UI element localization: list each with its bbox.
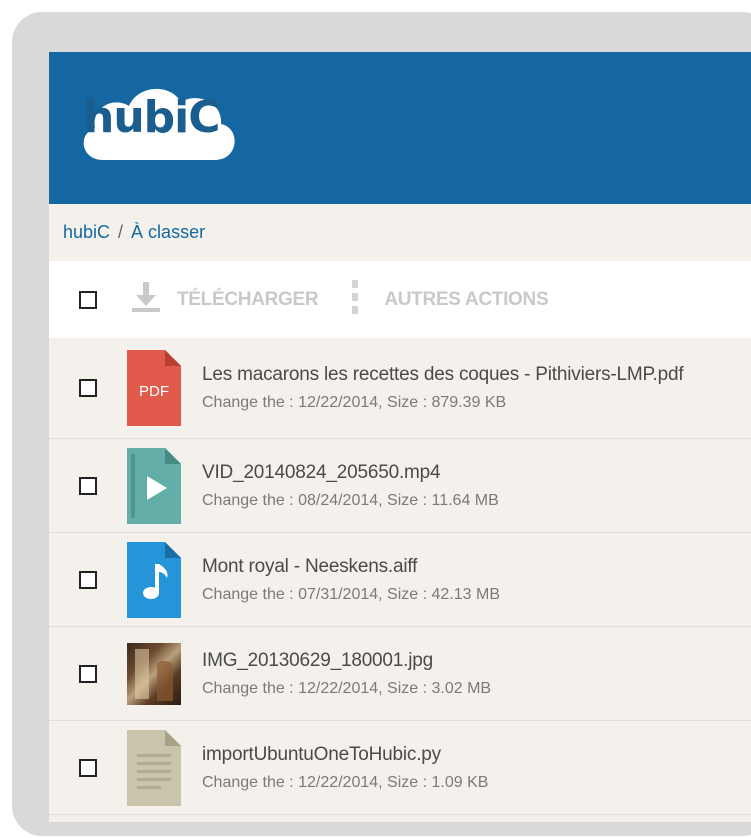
file-meta: Change the : 12/22/2014, Size : 879.39 K… xyxy=(202,394,507,411)
app-header: hubiC xyxy=(49,52,751,204)
logo-text: hubiC xyxy=(83,92,221,143)
file-meta: Change the : 08/24/2014, Size : 11.64 MB xyxy=(202,491,499,509)
file-row[interactable]: Mont royal - Neeskens.aiff Change the : … xyxy=(49,533,751,627)
file-info: VID_20140824_205650.mp4 Change the : 08/… xyxy=(202,462,499,510)
file-checkbox[interactable] xyxy=(79,570,97,589)
download-button[interactable]: TÉLÉCHARGER xyxy=(129,280,319,320)
file-info: Les macarons les recettes des coques - P… xyxy=(202,364,684,412)
hubic-logo[interactable]: hubiC xyxy=(73,72,243,172)
file-name[interactable]: Les macarons les recettes des coques - P… xyxy=(202,364,684,386)
file-name[interactable]: IMG_20130629_180001.jpg xyxy=(202,650,491,672)
file-meta: Change the : 07/31/2014, Size : 42.13 MB xyxy=(202,585,500,603)
download-icon xyxy=(129,280,163,320)
file-row[interactable]: importUbuntuOneToHubic.py Change the : 1… xyxy=(49,721,751,815)
file-checkbox[interactable] xyxy=(79,379,97,397)
device-frame: hubiC hubiC / À classer TÉLÉCHARGER AUTR… xyxy=(12,12,751,836)
file-info: IMG_20130629_180001.jpg Change the : 12/… xyxy=(202,650,491,698)
file-list: PDF Les macarons les recettes des coques… xyxy=(49,338,751,815)
file-row[interactable]: VID_20140824_205650.mp4 Change the : 08/… xyxy=(49,439,751,533)
audio-file-icon xyxy=(127,541,181,618)
file-name[interactable]: VID_20140824_205650.mp4 xyxy=(202,462,499,484)
breadcrumb-separator: / xyxy=(118,222,124,242)
file-meta: Change the : 12/22/2014, Size : 3.02 MB xyxy=(202,679,492,697)
file-name[interactable]: Mont royal - Neeskens.aiff xyxy=(202,556,500,578)
file-row[interactable]: PDF Les macarons les recettes des coques… xyxy=(49,338,751,439)
select-all-checkbox[interactable] xyxy=(79,290,97,309)
breadcrumb-root[interactable]: hubiC xyxy=(63,222,110,243)
file-checkbox[interactable] xyxy=(79,758,97,777)
pdf-icon-label: PDF xyxy=(139,383,169,400)
file-checkbox[interactable] xyxy=(79,664,97,683)
breadcrumb: hubiC / À classer xyxy=(49,204,751,261)
file-info: Mont royal - Neeskens.aiff Change the : … xyxy=(202,556,500,604)
file-row[interactable]: IMG_20130629_180001.jpg Change the : 12/… xyxy=(49,627,751,721)
file-name[interactable]: importUbuntuOneToHubic.py xyxy=(202,744,488,766)
more-actions-button[interactable]: AUTRES ACTIONS xyxy=(384,289,548,311)
video-file-icon xyxy=(127,447,181,524)
file-info: importUbuntuOneToHubic.py Change the : 1… xyxy=(202,744,488,792)
pdf-icon: PDF xyxy=(127,350,181,426)
file-meta: Change the : 12/22/2014, Size : 1.09 KB xyxy=(202,773,489,791)
text-file-icon xyxy=(127,729,181,806)
more-actions-icon[interactable] xyxy=(352,280,359,319)
app-screen: hubiC hubiC / À classer TÉLÉCHARGER AUTR… xyxy=(49,52,751,822)
image-thumbnail xyxy=(127,642,181,705)
toolbar: TÉLÉCHARGER AUTRES ACTIONS xyxy=(49,261,751,338)
download-label: TÉLÉCHARGER xyxy=(177,288,319,310)
breadcrumb-current[interactable]: À classer xyxy=(131,222,205,243)
file-checkbox[interactable] xyxy=(79,476,97,495)
